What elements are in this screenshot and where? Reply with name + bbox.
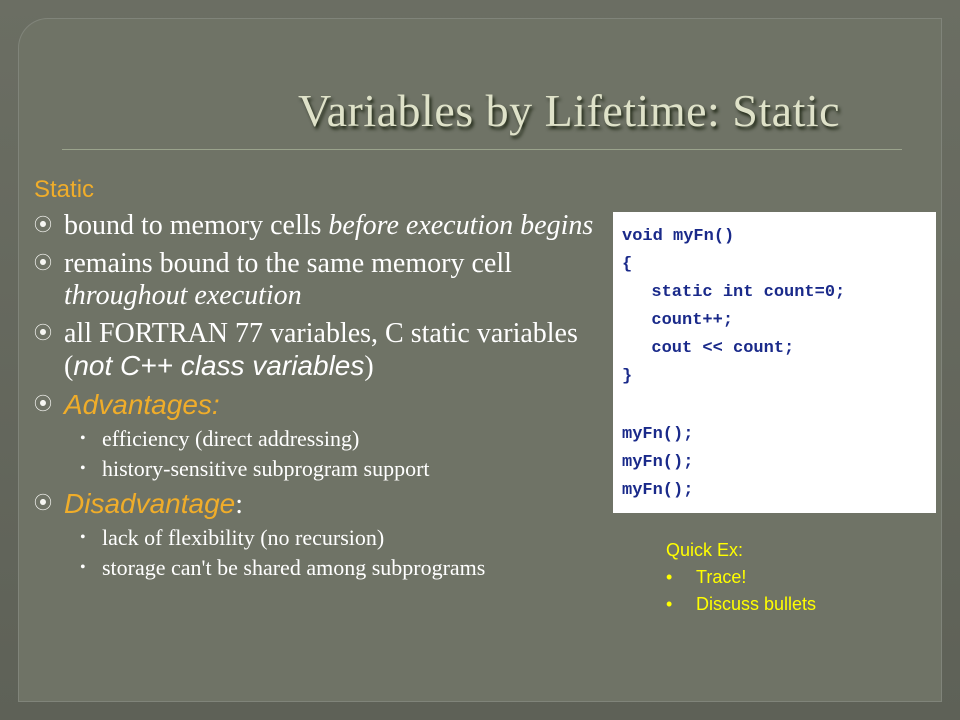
code-line: count++;	[631, 311, 734, 330]
code-line: static int count=0;	[631, 283, 846, 302]
section-heading: Static	[34, 176, 95, 203]
slide-content: Static ⦿ bound to memory cells before ex…	[34, 176, 624, 587]
bullet-icon: ⦿	[34, 323, 52, 344]
sub-bullet-text: history-sensitive subprogram support	[102, 456, 430, 481]
bullet-text: bound to memory cells	[64, 210, 329, 241]
sub-bullet-item: • lack of flexibility (no recursion)	[80, 525, 624, 550]
sub-bullet-item: • storage can't be shared among subprogr…	[80, 555, 624, 580]
bullet-text-italic: throughout execution	[64, 280, 302, 311]
quick-exercise: Quick Ex: • Trace! • Discuss bullets	[666, 540, 816, 615]
bullet-icon: ⦿	[34, 253, 52, 274]
sub-bullet-icon: •	[80, 460, 86, 477]
bullet-text-italic: before execution begins	[328, 210, 594, 241]
slide-title: Variables by Lifetime: Static	[298, 85, 841, 136]
bullet-icon: ⦿	[34, 394, 52, 415]
sub-bullet-text: lack of flexibility (no recursion)	[102, 525, 385, 550]
sub-bullet-icon: •	[80, 529, 86, 546]
sub-bullet-text: efficiency (direct addressing)	[102, 426, 360, 451]
code-line: myFn();	[622, 453, 694, 472]
code-line: cout << count;	[631, 339, 795, 358]
quick-exercise-item: • Trace!	[666, 567, 816, 588]
quick-bullet-icon: •	[666, 567, 673, 587]
bullet-icon: ⦿	[34, 215, 52, 236]
quick-exercise-item: • Discuss bullets	[666, 594, 816, 615]
bullet-advantages: ⦿ Advantages:	[34, 389, 624, 422]
bullet-disadvantage: ⦿ Disadvantage:	[34, 488, 624, 521]
advantages-label: Advantages:	[64, 389, 220, 420]
sub-bullet-item: • efficiency (direct addressing)	[80, 426, 624, 451]
code-snippet: void myFn() { static int count=0; count+…	[613, 212, 936, 513]
code-line: myFn();	[622, 481, 694, 500]
quick-bullet-icon: •	[666, 594, 673, 614]
bullet-item: ⦿ all FORTRAN 77 variables, C static var…	[34, 318, 624, 383]
bullet-text: remains bound to the same memory cell	[64, 248, 512, 279]
sub-bullet-icon: •	[80, 430, 86, 447]
code-line: {	[622, 255, 633, 274]
bullet-item: ⦿ bound to memory cells before execution…	[34, 210, 624, 242]
quick-item-text: Discuss bullets	[696, 594, 817, 614]
sub-bullet-icon: •	[80, 559, 86, 576]
bullet-text-end: )	[364, 351, 374, 382]
sub-bullet-item: • history-sensitive subprogram support	[80, 456, 624, 481]
quick-exercise-title: Quick Ex:	[666, 540, 744, 560]
sub-bullet-text: storage can't be shared among subprogram…	[102, 555, 486, 580]
title-divider	[62, 149, 902, 150]
code-line: void myFn()	[622, 227, 735, 246]
code-line: myFn();	[622, 425, 694, 444]
disadvantage-label: Disadvantage	[64, 488, 236, 519]
bullet-text-italic: not C++ class variables	[73, 350, 365, 381]
code-line: }	[622, 367, 633, 386]
bullet-item: ⦿ remains bound to the same memory cell …	[34, 248, 624, 312]
bullet-icon: ⦿	[34, 493, 52, 514]
quick-item-text: Trace!	[696, 567, 747, 587]
disadvantage-colon: :	[235, 489, 244, 520]
